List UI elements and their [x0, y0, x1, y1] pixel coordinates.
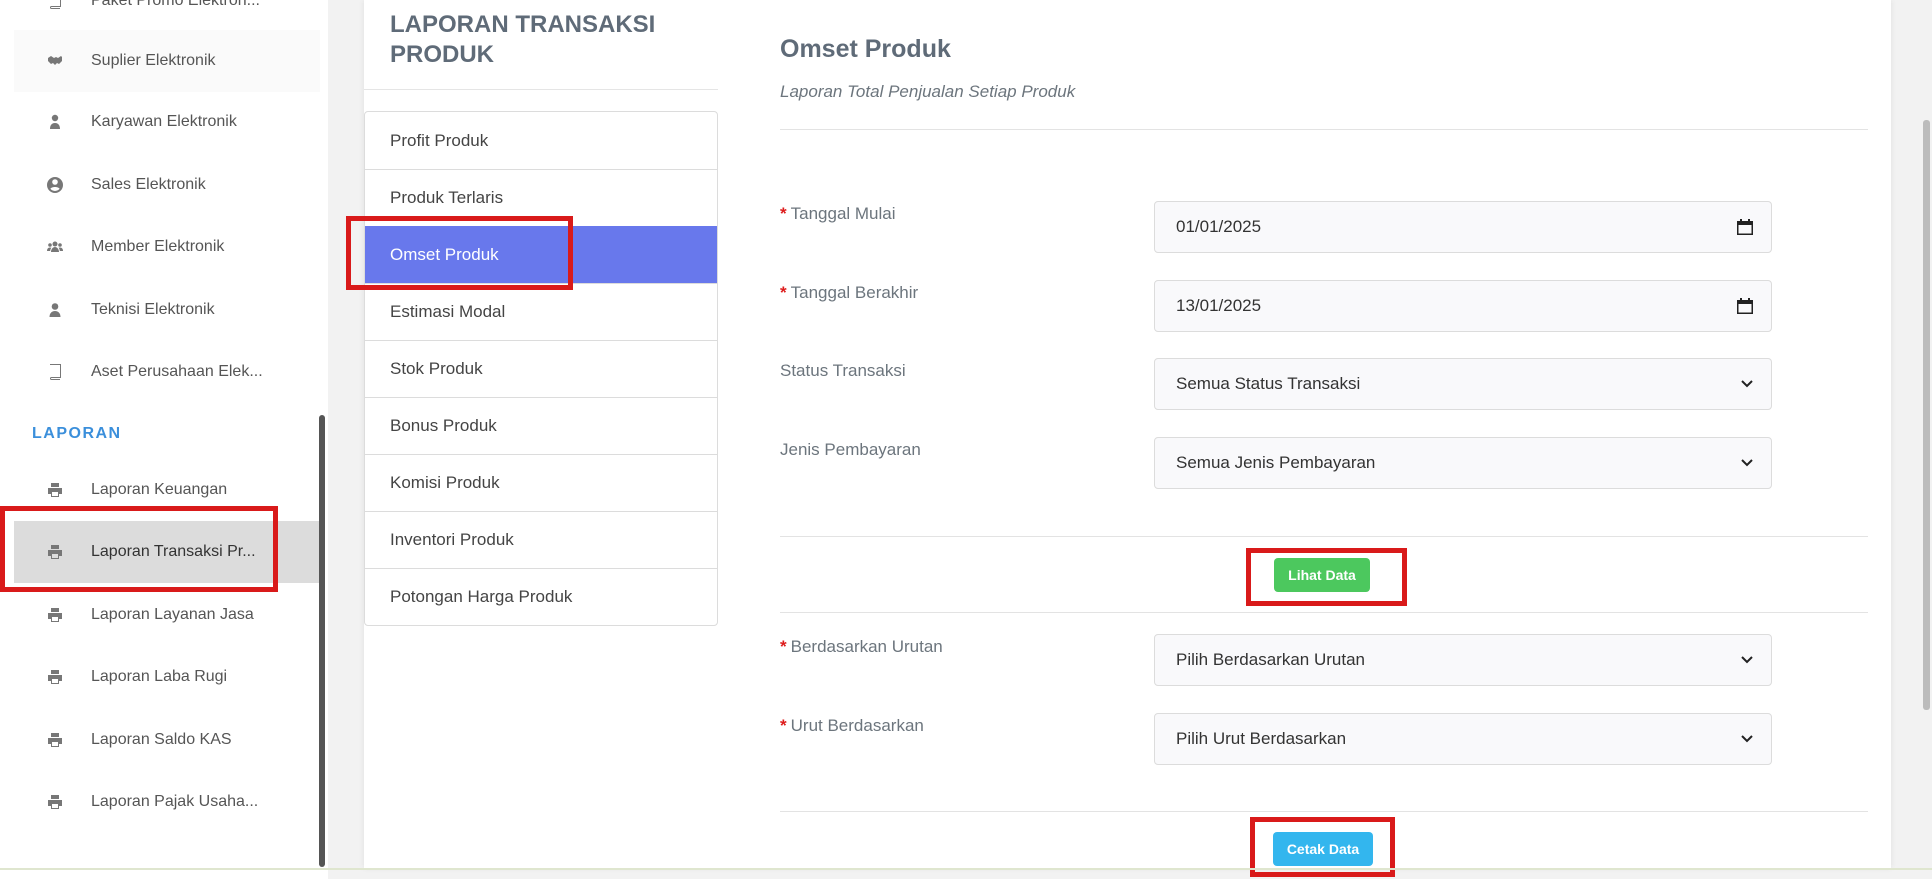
sidebar-item-suplier[interactable]: Suplier Elektronik	[14, 30, 320, 92]
nav-item-inventori-produk[interactable]: Inventori Produk	[365, 511, 717, 568]
print-icon	[44, 542, 66, 562]
form-divider	[780, 536, 1868, 537]
print-icon	[44, 667, 66, 687]
sidebar-item-laporan-layanan-jasa[interactable]: Laporan Layanan Jasa	[14, 584, 320, 646]
nav-item-bonus-produk[interactable]: Bonus Produk	[365, 397, 717, 454]
start-date-label: * Tanggal Mulai	[780, 204, 896, 223]
sidebar-item-label: Paket Promo Elektron...	[91, 0, 260, 9]
bottom-border	[0, 868, 1932, 870]
required-mark: *	[780, 716, 787, 735]
print-icon	[44, 480, 66, 500]
book-icon	[44, 0, 66, 11]
sidebar-item-teknisi[interactable]: Teknisi Elektronik	[14, 279, 320, 341]
section-title: Omset Produk	[780, 35, 951, 63]
sidebar: Paket Promo Elektron... Suplier Elektron…	[0, 0, 328, 879]
user-tie-icon	[44, 112, 66, 132]
sidebar-item-label: Laporan Transaksi Pr...	[91, 543, 256, 560]
sidebar-item-paket-promo[interactable]: Paket Promo Elektron...	[14, 0, 320, 32]
sidebar-section-heading: LAPORAN	[32, 425, 122, 442]
nav-item-potongan-harga-produk[interactable]: Potongan Harga Produk	[365, 568, 717, 625]
start-date-input[interactable]: 01/01/2025	[1154, 201, 1772, 253]
chevron-down-icon	[1741, 735, 1753, 743]
nav-item-profit-produk[interactable]: Profit Produk	[365, 112, 717, 169]
handshake-icon	[44, 51, 66, 71]
sidebar-item-label: Laporan Layanan Jasa	[91, 606, 254, 623]
calendar-icon[interactable]	[1737, 298, 1753, 314]
sidebar-item-laporan-laba-rugi[interactable]: Laporan Laba Rugi	[14, 646, 320, 708]
print-icon	[44, 792, 66, 812]
end-date-label: * Tanggal Berakhir	[780, 283, 919, 302]
sidebar-item-label: Member Elektronik	[91, 238, 225, 255]
sidebar-item-label: Suplier Elektronik	[91, 52, 216, 69]
sidebar-scrollbar[interactable]	[319, 415, 325, 867]
sidebar-item-aset[interactable]: Aset Perusahaan Elek...	[14, 341, 320, 403]
chevron-down-icon	[1741, 459, 1753, 467]
sidebar-item-member[interactable]: Member Elektronik	[14, 216, 320, 278]
print-data-button[interactable]: Cetak Data	[1273, 832, 1373, 866]
sidebar-item-label: Karyawan Elektronik	[91, 113, 237, 130]
order-by-select[interactable]: Pilih Berdasarkan Urutan	[1154, 634, 1772, 686]
required-mark: *	[780, 283, 787, 302]
view-data-button[interactable]: Lihat Data	[1274, 558, 1370, 592]
sidebar-item-label: Laporan Laba Rugi	[91, 668, 228, 685]
section-divider	[780, 129, 1868, 130]
form-divider	[780, 811, 1868, 812]
nav-item-stok-produk[interactable]: Stok Produk	[365, 340, 717, 397]
sidebar-item-karyawan[interactable]: Karyawan Elektronik	[14, 91, 320, 153]
nav-item-estimasi-modal[interactable]: Estimasi Modal	[365, 283, 717, 340]
user-icon	[44, 300, 66, 320]
users-icon	[44, 237, 66, 257]
calendar-icon[interactable]	[1737, 219, 1753, 235]
nav-item-komisi-produk[interactable]: Komisi Produk	[365, 454, 717, 511]
sidebar-item-label: Teknisi Elektronik	[91, 301, 215, 318]
nav-item-omset-produk[interactable]: Omset Produk	[365, 226, 717, 283]
sidebar-item-laporan-saldo-kas[interactable]: Laporan Saldo KAS	[14, 709, 320, 771]
sidebar-item-label: Laporan Pajak Usaha...	[91, 793, 259, 810]
order-by-label: * Berdasarkan Urutan	[780, 637, 943, 656]
sidebar-item-laporan-keuangan[interactable]: Laporan Keuangan	[14, 459, 320, 521]
print-icon	[44, 605, 66, 625]
sort-by-label: * Urut Berdasarkan	[780, 716, 924, 735]
report-nav-list: Profit Produk Produk Terlaris Omset Prod…	[364, 111, 718, 626]
sidebar-item-label: Sales Elektronik	[91, 176, 206, 193]
title-divider	[364, 89, 718, 90]
status-select[interactable]: Semua Status Transaksi	[1154, 358, 1772, 410]
end-date-input[interactable]: 13/01/2025	[1154, 280, 1772, 332]
sidebar-item-label: Laporan Saldo KAS	[91, 731, 232, 748]
sidebar-item-sales[interactable]: Sales Elektronik	[14, 154, 320, 216]
chevron-down-icon	[1741, 380, 1753, 388]
card-title: LAPORAN TRANSAKSI PRODUK	[390, 11, 656, 68]
print-icon	[44, 730, 66, 750]
book-icon	[44, 362, 66, 382]
form-divider	[780, 612, 1868, 613]
status-label: Status Transaksi	[780, 361, 906, 380]
sidebar-item-laporan-transaksi-produk[interactable]: Laporan Transaksi Pr...	[14, 521, 320, 583]
section-subtitle: Laporan Total Penjualan Setiap Produk	[780, 82, 1076, 101]
required-mark: *	[780, 637, 787, 656]
sidebar-item-label: Laporan Keuangan	[91, 481, 228, 498]
user-circle-icon	[44, 175, 66, 195]
sort-by-select[interactable]: Pilih Urut Berdasarkan	[1154, 713, 1772, 765]
nav-item-produk-terlaris[interactable]: Produk Terlaris	[365, 169, 717, 226]
chevron-down-icon	[1741, 656, 1753, 664]
required-mark: *	[780, 204, 787, 223]
sidebar-item-laporan-pajak-usaha[interactable]: Laporan Pajak Usaha...	[14, 771, 320, 833]
payment-select[interactable]: Semua Jenis Pembayaran	[1154, 437, 1772, 489]
sidebar-item-label: Aset Perusahaan Elek...	[91, 363, 263, 380]
payment-label: Jenis Pembayaran	[780, 440, 921, 459]
page-scrollbar[interactable]	[1923, 120, 1930, 710]
